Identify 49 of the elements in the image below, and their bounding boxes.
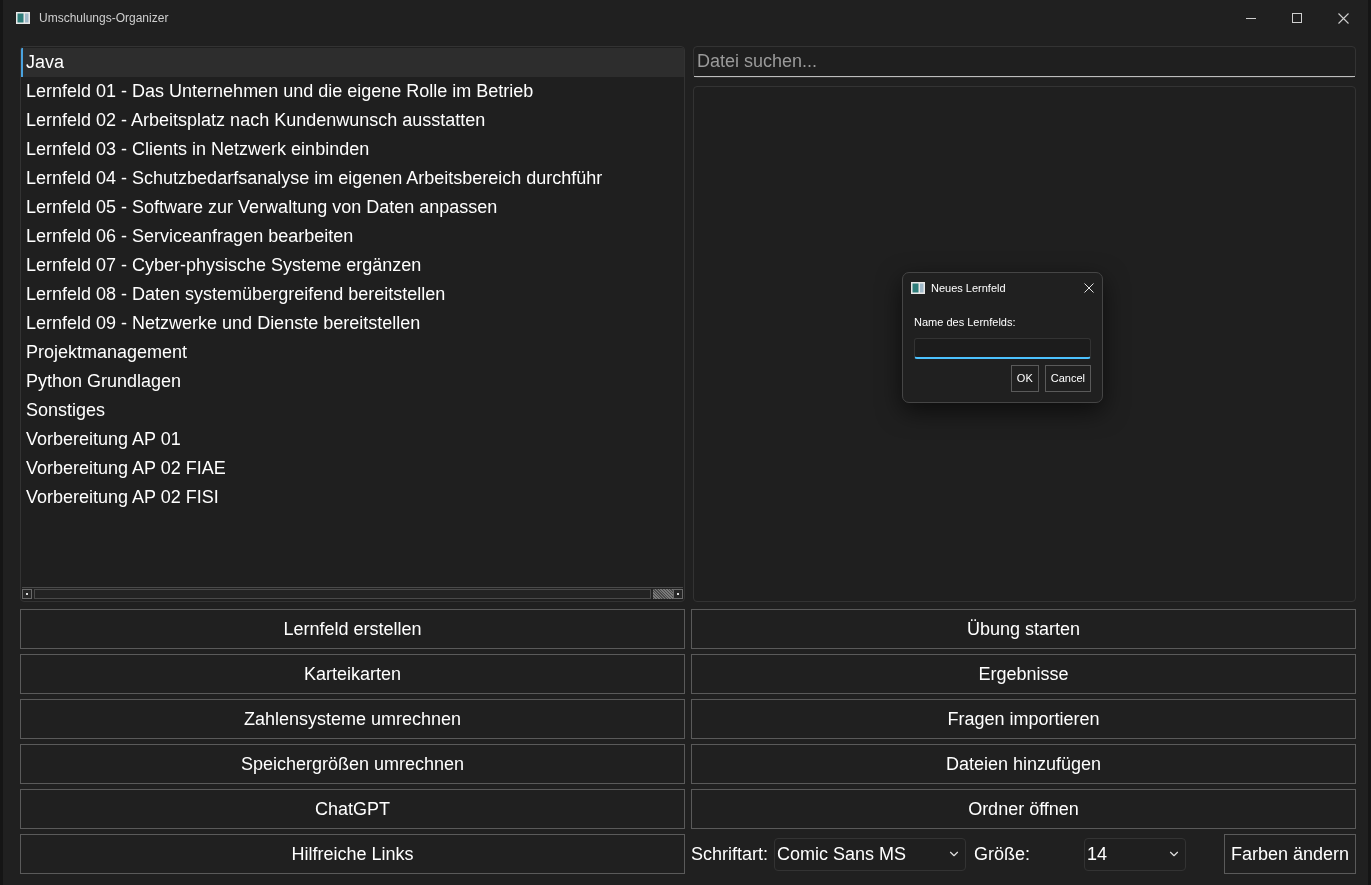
close-icon[interactable] [1084,283,1094,293]
list-item[interactable]: Vorbereitung AP 02 FISI [21,483,684,512]
list-item[interactable]: Lernfeld 07 - Cyber-physische Systeme ergänzen [21,251,684,280]
action-button[interactable]: Zahlensysteme umrechnen [20,699,685,739]
color-button[interactable]: Farben ändern [1223,834,1356,874]
action-button[interactable]: Speichergrößen umrechnen [20,744,685,784]
dialog-button[interactable]: Cancel [1044,365,1091,392]
search-field[interactable]: Datei suchen... [693,46,1356,78]
action-button[interactable]: ChatGPT [20,789,685,829]
scrollbar-thumb[interactable] [653,588,673,599]
dialog-title: Neues Lernfeld [931,280,1006,296]
list-item[interactable]: Lernfeld 04 - Schutzbedarfsanalyse im eigenen Arbeitsbereich durchführ [21,164,684,193]
close-icon[interactable] [1337,12,1349,24]
window-title: Umschulungs-Organizer [39,10,169,27]
list-item[interactable]: Lernfeld 01 - Das Unternehmen und die eigene Rolle im Betrieb [21,77,684,106]
action-button[interactable]: Fragen importieren [691,699,1356,739]
list-item[interactable]: Sonstiges [21,396,684,425]
app-icon [16,12,30,24]
action-button[interactable]: Ordner öffnen [691,789,1356,829]
list-item[interactable]: Lernfeld 08 - Daten systemübergreifend bereitstellen [21,280,684,309]
list-item[interactable]: Vorbereitung AP 02 FIAE [21,454,684,483]
scroll-right-icon[interactable] [673,588,683,599]
list-item[interactable]: Vorbereitung AP 01 [21,425,684,454]
action-button[interactable]: Dateien hinzufügen [691,744,1356,784]
action-button[interactable]: Lernfeld erstellen [20,609,685,649]
action-button[interactable]: Übung starten [691,609,1356,649]
size-label: Größe: [974,842,1032,866]
list-item[interactable]: Projektmanagement [21,338,684,367]
list-item[interactable]: Java [21,48,684,77]
maximize-icon[interactable] [1292,13,1302,23]
minimize-icon[interactable] [1246,17,1256,19]
dialog-button[interactable]: OK [1010,365,1039,392]
app-icon [911,282,925,294]
list-item[interactable]: Lernfeld 09 - Netzwerke und Dienste bereitstellen [21,309,684,338]
list-item[interactable]: Python Grundlagen [21,367,684,396]
field-label: Name des Lernfelds: [914,316,1017,329]
size-dropdown[interactable]: 14 [1084,837,1187,871]
list-item[interactable]: Lernfeld 02 - Arbeitsplatz nach Kundenwunsch ausstatten [21,106,684,135]
font-dropdown[interactable]: Comic Sans MS [774,837,967,871]
action-button[interactable]: Karteikarten [20,654,685,694]
action-button[interactable]: Ergebnisse [691,654,1356,694]
list-item[interactable]: Lernfeld 05 - Software zur Verwaltung von Daten anpassen [21,193,684,222]
horizontal-scrollbar[interactable] [22,587,683,599]
action-button[interactable]: Hilfreiche Links [20,834,685,874]
name-input[interactable] [914,338,1091,359]
scroll-left-icon[interactable] [22,588,32,599]
list-item[interactable]: Lernfeld 06 - Serviceanfragen bearbeiten [21,222,684,251]
list-item[interactable]: Lernfeld 03 - Clients in Netzwerk einbinden [21,135,684,164]
font-label: Schriftart: [691,842,769,866]
